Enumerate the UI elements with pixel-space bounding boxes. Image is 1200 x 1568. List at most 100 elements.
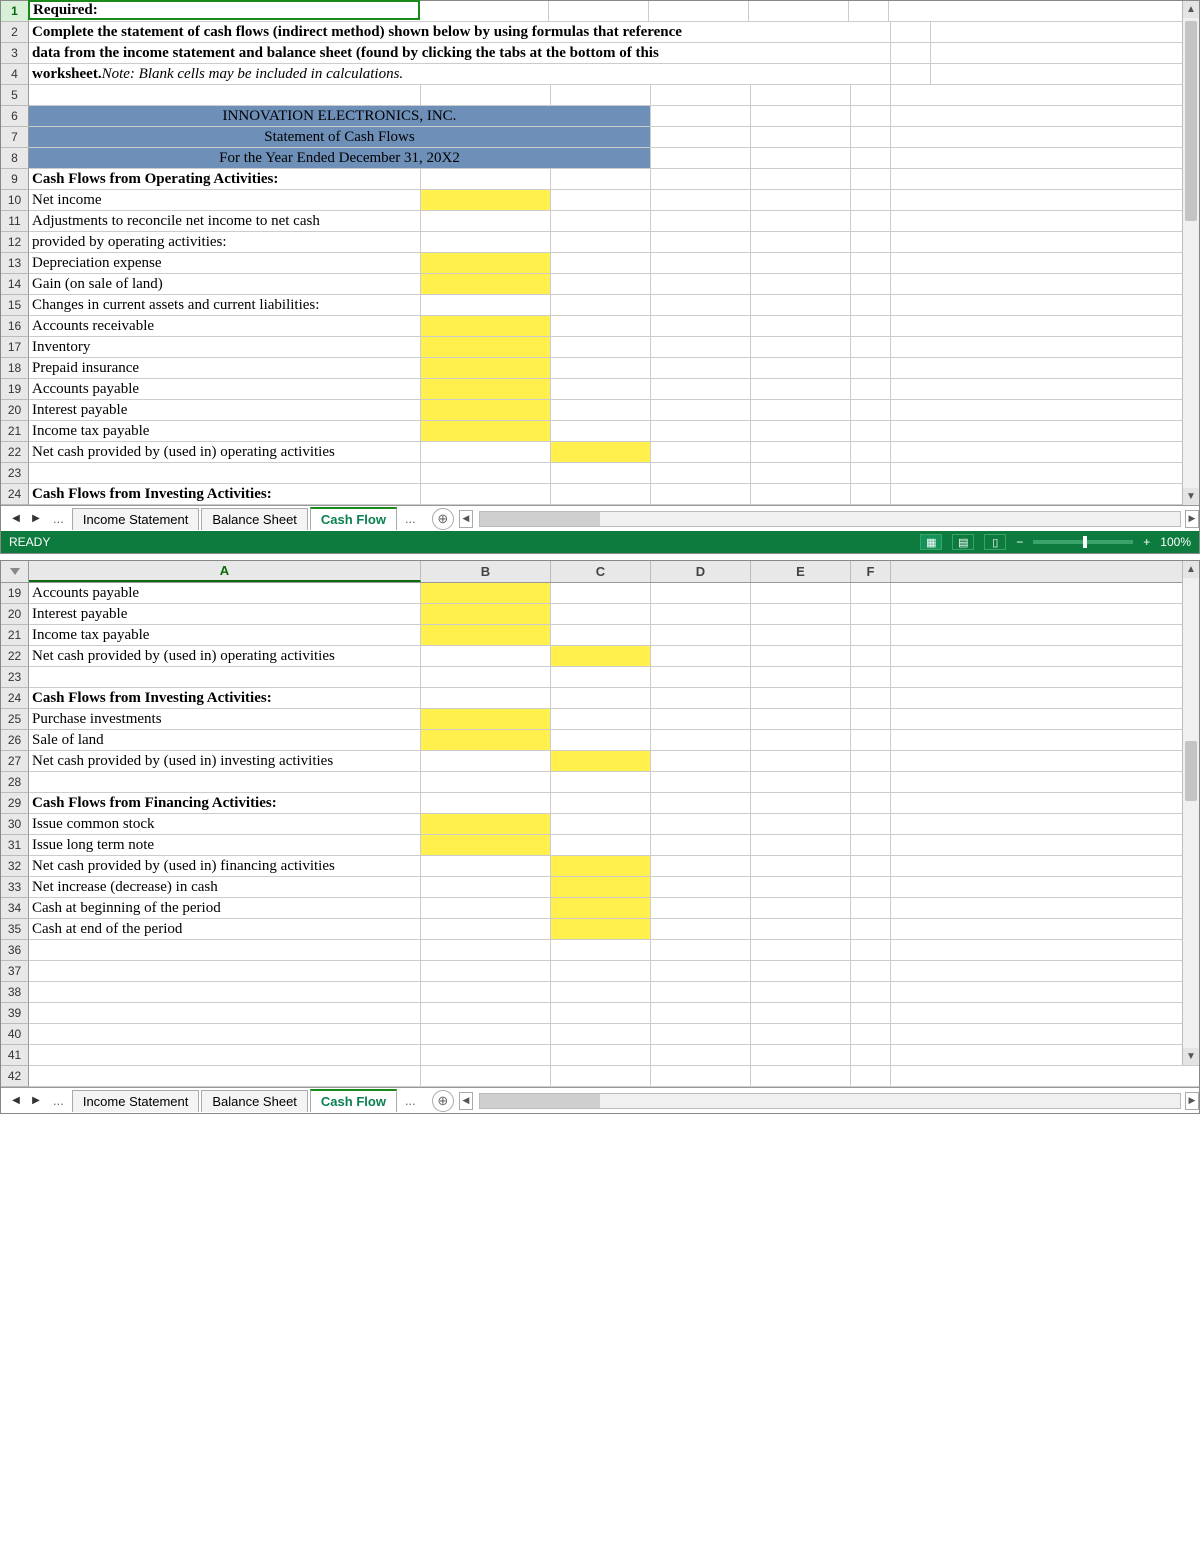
cell[interactable] — [651, 295, 751, 315]
cell[interactable] — [851, 400, 891, 420]
cell[interactable] — [751, 1003, 851, 1023]
cell[interactable] — [751, 793, 851, 813]
cell[interactable] — [851, 961, 891, 981]
cell-A[interactable]: Issue long term note — [29, 835, 421, 855]
cell[interactable]: data from the income statement and balan… — [29, 43, 891, 63]
cell[interactable] — [651, 919, 751, 939]
row-number[interactable]: 7 — [1, 127, 29, 148]
cell-B[interactable] — [421, 253, 551, 273]
cell-C[interactable] — [551, 400, 651, 420]
cell[interactable] — [651, 856, 751, 876]
cell-B[interactable] — [421, 1003, 551, 1023]
row-number[interactable]: 41 — [1, 1045, 29, 1066]
cell[interactable] — [751, 379, 851, 399]
header-cell[interactable]: For the Year Ended December 31, 20X2 — [29, 148, 651, 168]
cell-C[interactable] — [551, 190, 651, 210]
cell-A[interactable] — [29, 463, 421, 483]
cell-B[interactable] — [421, 604, 551, 624]
cell-A[interactable]: Interest payable — [29, 400, 421, 420]
cell[interactable] — [851, 211, 891, 231]
cell-A[interactable] — [29, 961, 421, 981]
cell[interactable] — [851, 85, 891, 105]
cell[interactable] — [751, 772, 851, 792]
cell[interactable] — [851, 169, 891, 189]
col-header-C[interactable]: C — [551, 561, 651, 582]
cell-C[interactable] — [551, 688, 651, 708]
cell-B[interactable] — [421, 898, 551, 918]
cell[interactable] — [651, 814, 751, 834]
cell-C[interactable] — [551, 379, 651, 399]
row-number[interactable]: 13 — [1, 253, 29, 274]
add-sheet-button[interactable]: ⊕ — [432, 508, 454, 530]
tab-balance-sheet[interactable]: Balance Sheet — [201, 1090, 308, 1112]
cell-C[interactable] — [551, 625, 651, 645]
cell-B[interactable] — [421, 421, 551, 441]
cell-B[interactable] — [421, 814, 551, 834]
row-number[interactable]: 24 — [1, 688, 29, 709]
cell-A[interactable]: Inventory — [29, 337, 421, 357]
tab-nav-next-icon[interactable]: ▶ — [27, 1092, 45, 1110]
cell-A[interactable]: Net cash provided by (used in) operating… — [29, 442, 421, 462]
cell[interactable] — [749, 1, 849, 21]
row-number[interactable]: 37 — [1, 961, 29, 982]
cell[interactable] — [651, 85, 751, 105]
hscroll-left-icon[interactable]: ◀ — [459, 1092, 473, 1110]
cell[interactable] — [651, 1024, 751, 1044]
row-number[interactable]: 15 — [1, 295, 29, 316]
cell-A[interactable]: Issue common stock — [29, 814, 421, 834]
row-number[interactable]: 26 — [1, 730, 29, 751]
row-number[interactable]: 12 — [1, 232, 29, 253]
cell[interactable] — [851, 484, 891, 504]
cell-B[interactable] — [421, 295, 551, 315]
cell[interactable] — [851, 583, 891, 603]
cell[interactable] — [651, 751, 751, 771]
cell[interactable] — [851, 274, 891, 294]
cell[interactable] — [851, 106, 891, 126]
cell[interactable] — [851, 604, 891, 624]
cell-A[interactable] — [29, 1024, 421, 1044]
cell-B[interactable] — [421, 316, 551, 336]
cell[interactable] — [751, 583, 851, 603]
cell-A[interactable]: Accounts payable — [29, 379, 421, 399]
cell[interactable] — [651, 709, 751, 729]
cell[interactable] — [751, 604, 851, 624]
cell-B[interactable] — [421, 835, 551, 855]
cell[interactable] — [851, 190, 891, 210]
cell-B[interactable] — [421, 484, 551, 504]
cell[interactable] — [891, 43, 931, 63]
cell-C[interactable] — [551, 442, 651, 462]
cell[interactable] — [751, 358, 851, 378]
row-number[interactable]: 18 — [1, 358, 29, 379]
cell[interactable] — [651, 274, 751, 294]
row-number[interactable]: 33 — [1, 877, 29, 898]
row-number[interactable]: 21 — [1, 421, 29, 442]
cell[interactable] — [851, 835, 891, 855]
cell[interactable] — [651, 835, 751, 855]
cell-A[interactable]: Accounts receivable — [29, 316, 421, 336]
row-number[interactable]: 23 — [1, 463, 29, 484]
cell[interactable] — [651, 484, 751, 504]
scrollbar-thumb[interactable] — [1185, 741, 1197, 801]
cell-C[interactable] — [551, 232, 651, 252]
cell-A[interactable]: Required: — [28, 0, 420, 20]
scrollbar-thumb[interactable] — [1185, 21, 1197, 221]
cell[interactable] — [851, 772, 891, 792]
cell-C[interactable] — [551, 604, 651, 624]
hscroll-right-icon[interactable]: ▶ — [1185, 1092, 1199, 1110]
cell[interactable] — [751, 835, 851, 855]
cell[interactable] — [651, 316, 751, 336]
cell[interactable] — [751, 877, 851, 897]
cell[interactable] — [651, 646, 751, 666]
cell-A[interactable] — [29, 982, 421, 1002]
cell-A[interactable]: Net cash provided by (used in) operating… — [29, 646, 421, 666]
cell[interactable] — [751, 232, 851, 252]
horizontal-scrollbar[interactable] — [479, 1093, 1181, 1109]
cell[interactable] — [651, 772, 751, 792]
row-number[interactable]: 17 — [1, 337, 29, 358]
cell[interactable] — [851, 877, 891, 897]
zoom-level[interactable]: 100% — [1160, 535, 1191, 549]
row-number[interactable]: 6 — [1, 106, 29, 127]
row-number[interactable]: 36 — [1, 940, 29, 961]
cell-B[interactable] — [421, 982, 551, 1002]
cell[interactable] — [851, 730, 891, 750]
